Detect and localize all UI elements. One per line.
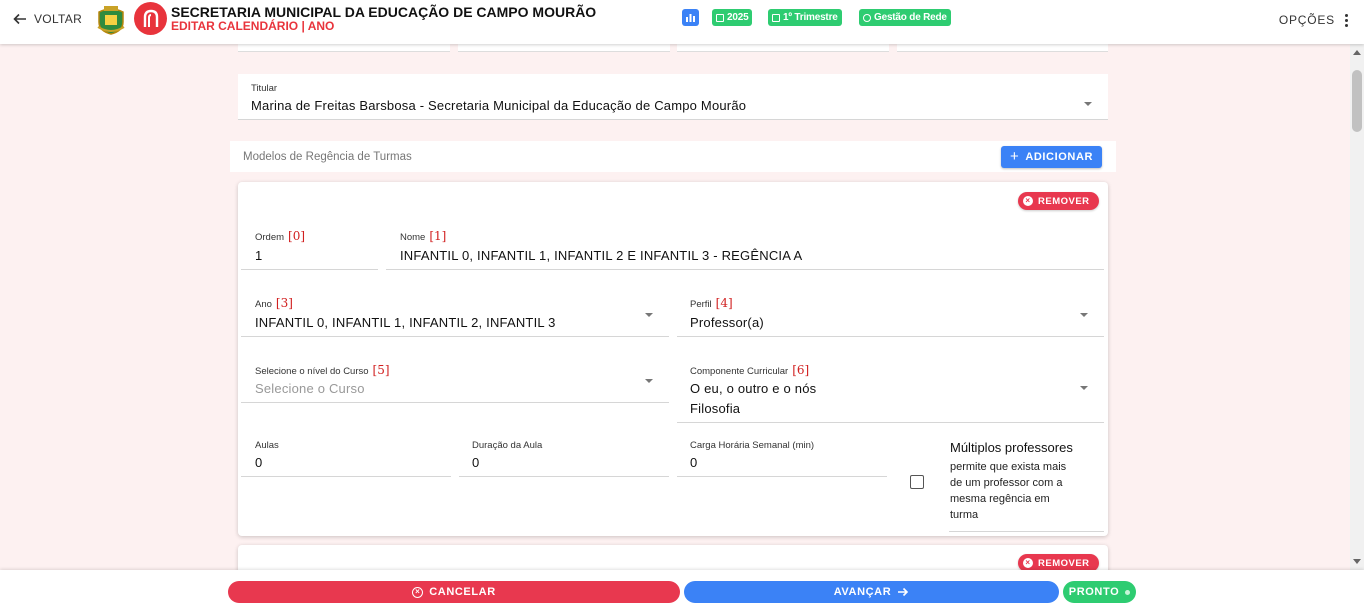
previous-field[interactable] [238,44,450,52]
role-chip[interactable]: Gestão de Rede [859,9,951,26]
add-button-label: ADICIONAR [1025,151,1094,163]
done-button[interactable]: PRONTO [1063,581,1136,603]
remove-button-label: REMOVER [1038,195,1090,207]
next-button-label: AVANÇAR [833,586,892,598]
check-circle-icon [863,13,871,22]
componente-select[interactable]: Componente Curricular [6] O eu, o outro e… [677,360,1104,423]
perfil-label: Perfil [4] [690,296,733,310]
top-bar: VOLTAR SECRETARIA MUNICIPAL DA EDUCAÇÃO … [0,0,1364,44]
ordem-label: Ordem [0] [255,229,306,243]
next-button[interactable]: AVANÇAR [684,581,1059,603]
chevron-down-icon [1080,386,1088,390]
remove-button[interactable]: × REMOVER [1018,192,1099,210]
titular-value: Marina de Freitas Barsbosa - Secretaria … [251,98,747,113]
curso-placeholder: Selecione o Curso [255,381,365,396]
chevron-down-icon [645,379,653,383]
ano-value: INFANTIL 0, INFANTIL 1, INFANTIL 2, INFA… [255,315,556,330]
options-menu-button[interactable]: OPÇÕES [1279,13,1348,27]
ano-label: Ano [3] [255,296,293,310]
duracao-value: 0 [472,455,480,470]
back-button[interactable]: VOLTAR [12,11,82,27]
chevron-down-icon [1080,313,1088,317]
calendar-icon [772,13,780,22]
page-scrollbar[interactable] [1350,44,1364,570]
componente-value: Filosofia [690,401,741,416]
year-chip-label: 2025 [727,12,749,23]
add-button[interactable]: + ADICIONAR [1001,146,1102,168]
logo-mark-icon [143,9,158,27]
org-title: SECRETARIA MUNICIPAL DA EDUCAÇÃO DE CAMP… [171,4,597,20]
bar-chart-icon [686,14,695,22]
chevron-down-icon [1084,102,1092,106]
scrollbar-thumb[interactable] [1352,70,1362,132]
curso-select[interactable]: Selecione o nível do Curso [5] Selecione … [241,360,669,403]
previous-field[interactable] [677,44,889,52]
period-chip-label: 1º Trimestre [783,12,838,23]
multiplos-checkbox[interactable] [910,475,924,489]
remove-button-label: REMOVER [1038,557,1090,569]
more-vertical-icon [1345,13,1348,27]
previous-field[interactable] [897,44,1108,52]
duracao-field[interactable]: Duração da Aula 0 [459,433,669,477]
componente-value: O eu, o outro e o nós [690,381,817,396]
plus-icon: + [1009,148,1020,165]
scroll-down-arrow-icon[interactable] [1353,559,1361,564]
options-label: OPÇÕES [1278,13,1335,27]
page-subtitle: EDITAR CALENDÁRIO | ANO [171,19,335,33]
app-logo [134,2,167,35]
aulas-field[interactable]: Aulas 0 [241,433,451,477]
calendar-icon [716,13,724,22]
aulas-label: Aulas [255,440,279,451]
year-chip[interactable]: 2025 [712,9,753,26]
close-circle-icon: × [1023,558,1033,568]
close-circle-icon: × [412,586,424,598]
carga-field[interactable]: Carga Horária Semanal (min) 0 [677,433,887,477]
role-chip-label: Gestão de Rede [874,12,947,23]
perfil-select[interactable]: Perfil [4] Professor(a) [677,293,1104,337]
carga-label: Carga Horária Semanal (min) [690,440,815,451]
multiplos-description: permite que exista mais de um professor … [950,461,1067,521]
back-label: VOLTAR [34,12,83,26]
cancel-button-label: CANCELAR [429,586,496,598]
ordem-value: 1 [255,248,263,263]
chart-button[interactable] [682,9,699,26]
titular-select[interactable]: Titular Marina de Freitas Barsbosa - Sec… [238,74,1108,120]
cancel-button[interactable]: × CANCELAR [228,581,680,603]
done-button-label: PRONTO [1068,586,1120,598]
section-title: Modelos de Regência de Turmas [243,151,412,163]
titular-label: Titular [251,83,278,94]
ano-select[interactable]: Ano [3] INFANTIL 0, INFANTIL 1, INFANTIL … [241,293,669,337]
aulas-value: 0 [255,455,263,470]
multiplos-info: Múltiplos professores permite que exista… [949,438,1104,532]
arrow-right-icon [898,587,909,597]
nome-field[interactable]: Nome [1] INFANTIL 0, INFANTIL 1, INFANTIL… [386,226,1104,270]
period-chip[interactable]: 1º Trimestre [768,9,842,26]
scroll-up-arrow-icon[interactable] [1353,50,1361,55]
nome-value: INFANTIL 0, INFANTIL 1, INFANTIL 2 E INF… [400,248,803,263]
arrow-left-icon [13,13,26,25]
nome-label: Nome [1] [400,229,447,243]
duracao-label: Duração da Aula [472,440,543,451]
bottom-action-bar: × CANCELAR AVANÇAR PRONTO [0,570,1364,614]
multiplos-title: Múltiplos professores [950,440,1073,455]
status-dot-icon [1125,589,1131,595]
close-circle-icon: × [1023,196,1033,206]
ordem-field[interactable]: Ordem [0] 1 [241,226,378,270]
curso-label: Selecione o nível do Curso [5] [255,363,390,377]
municipal-crest-icon [97,6,125,35]
previous-field[interactable] [458,44,670,52]
regencia-section-header: Modelos de Regência de Turmas [230,141,1116,172]
componente-label: Componente Curricular [6] [690,363,810,377]
perfil-value: Professor(a) [690,315,764,330]
carga-value: 0 [690,455,698,470]
chevron-down-icon [645,313,653,317]
